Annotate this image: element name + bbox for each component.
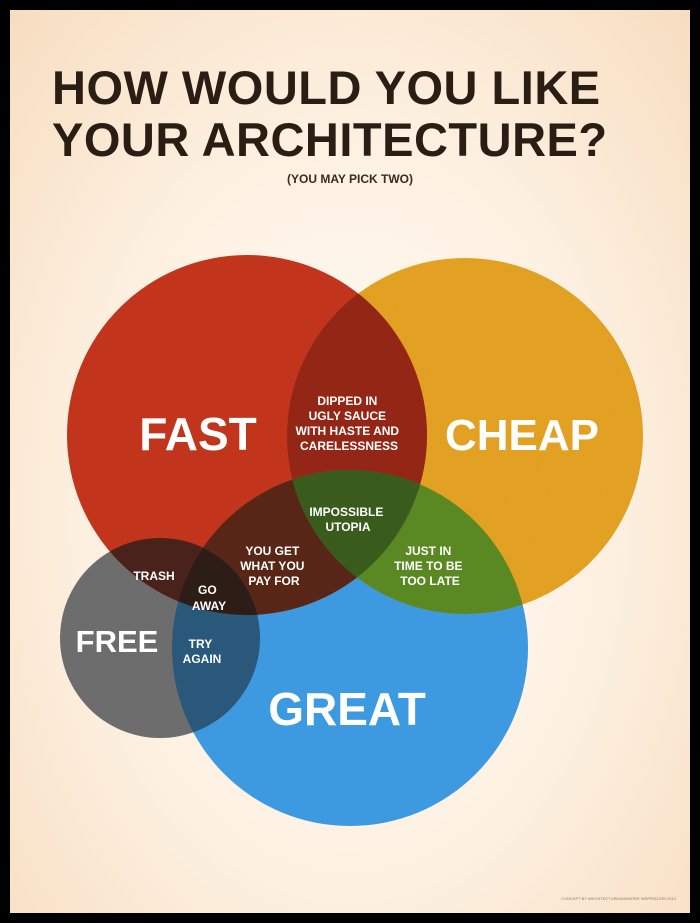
- label-cheap-great-line: JUST IN: [405, 544, 451, 558]
- poster-footer: CONCEPT BY ARCHITECTUREANDMORE INSPIRATI…: [561, 896, 676, 901]
- label-fast-free-great-line: GO: [198, 583, 217, 597]
- cheap-label: CHEAP: [445, 411, 599, 460]
- label-fast-cheap-line: WITH HASTE AND: [296, 424, 400, 438]
- label-fast-great-line: WHAT YOU: [240, 559, 304, 573]
- label-fast-free-line: TRASH: [133, 569, 174, 583]
- label-fast-cheap-great-line: UTOPIA: [325, 520, 370, 534]
- label-fast-great-line: PAY FOR: [248, 574, 299, 588]
- label-fast-cheap-line: CARELESSNESS: [300, 439, 398, 453]
- free-label: FREE: [76, 624, 159, 659]
- label-fast-cheap-line: DIPPED IN: [317, 394, 377, 408]
- poster: HOW WOULD YOU LIKE YOUR ARCHITECTURE? (YO…: [10, 10, 690, 913]
- label-fast-free: TRASH: [133, 569, 174, 583]
- label-fast-cheap-line: UGLY SAUCE: [309, 409, 386, 423]
- label-fast-great: YOU GET WHAT YOU PAY FOR: [240, 544, 308, 588]
- label-cheap-great-line: TIME TO BE: [394, 559, 462, 573]
- label-free-great-line: TRY: [189, 637, 213, 651]
- venn-diagram: FAST CHEAP FREE GREAT DIPPED IN UGLY SAU…: [60, 255, 643, 826]
- label-fast-great-line: YOU GET: [245, 544, 300, 558]
- fast-label: FAST: [139, 408, 257, 460]
- label-cheap-great-line: TOO LATE: [400, 574, 460, 588]
- label-free-great-line: AGAIN: [183, 652, 222, 666]
- great-label: GREAT: [268, 683, 426, 735]
- label-fast-cheap-great-line: IMPOSSIBLE: [309, 505, 383, 519]
- label-fast-free-great-line: AWAY: [192, 599, 226, 613]
